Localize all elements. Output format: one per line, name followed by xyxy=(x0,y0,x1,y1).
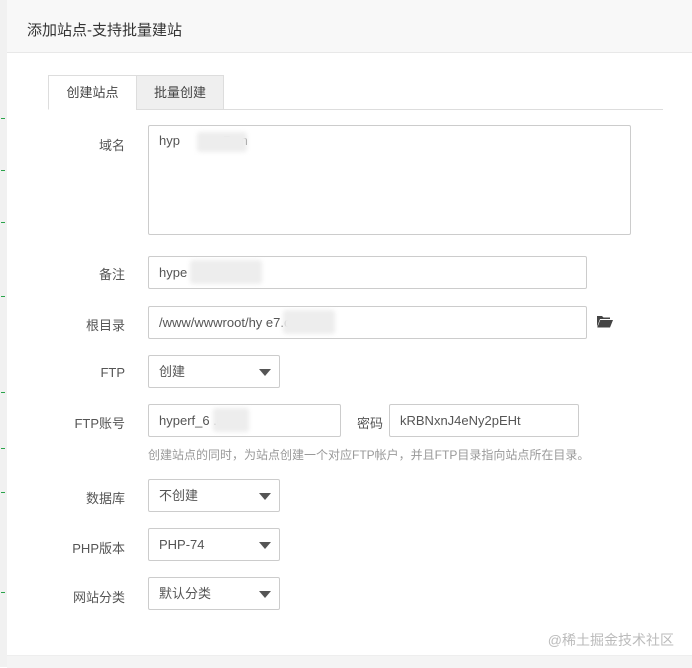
password-label: 密码 xyxy=(356,416,383,431)
root-dir-input[interactable]: /www/wwwroot/hy e7.cn xyxy=(148,306,587,339)
watermark: @稀土掘金技术社区 xyxy=(547,632,674,648)
ftp-select[interactable]: 创建 xyxy=(148,355,280,388)
edge-mark xyxy=(1,296,5,297)
ftp-label: FTP xyxy=(100,365,125,380)
domain-label: 域名 xyxy=(98,138,125,153)
edge-mark xyxy=(1,170,5,171)
add-site-dialog: 添加站点-支持批量建站 创建站点 批量创建 域名 hyp e7.cn 备注 hy… xyxy=(7,0,692,668)
ftp-password-value: kRBNxnJ4eNy2pEHt xyxy=(400,413,521,428)
folder-open-icon[interactable] xyxy=(597,315,613,328)
dialog-title: 添加站点-支持批量建站 xyxy=(27,22,182,39)
php-version-select[interactable]: PHP-74 xyxy=(148,528,280,561)
edge-mark xyxy=(1,392,5,393)
chevron-down-icon xyxy=(259,591,271,598)
ftp-account-label: FTP账号 xyxy=(74,416,125,431)
redaction-blur xyxy=(283,310,335,334)
ftp-hint-text: 创建站点的同时，为站点创建一个对应FTP帐户，并且FTP目录指向站点所在目录。 xyxy=(148,448,590,462)
php-version-selected-value: PHP-74 xyxy=(159,537,205,552)
database-select[interactable]: 不创建 xyxy=(148,479,280,512)
tab-create-site[interactable]: 创建站点 xyxy=(48,75,137,110)
edge-mark xyxy=(1,222,5,223)
ftp-selected-value: 创建 xyxy=(159,364,186,379)
edge-mark xyxy=(1,118,5,119)
remark-label: 备注 xyxy=(98,267,125,282)
category-select[interactable]: 默认分类 xyxy=(148,577,280,610)
edge-mark xyxy=(1,592,5,593)
dialog-footer xyxy=(7,655,692,668)
tab-bar: 创建站点 批量创建 xyxy=(48,75,663,110)
chevron-down-icon xyxy=(259,369,271,376)
chevron-down-icon xyxy=(259,493,271,500)
ftp-password-input[interactable]: kRBNxnJ4eNy2pEHt xyxy=(389,404,579,437)
redaction-blur xyxy=(197,132,247,152)
redaction-blur xyxy=(190,260,262,284)
root-dir-value: /www/wwwroot/hy e7.cn xyxy=(159,315,298,330)
database-selected-value: 不创建 xyxy=(159,488,199,503)
remark-value: hype xyxy=(159,265,188,280)
php-version-label: PHP版本 xyxy=(72,541,125,556)
chevron-down-icon xyxy=(259,542,271,549)
edge-mark xyxy=(1,492,5,493)
dialog-title-bar: 添加站点-支持批量建站 xyxy=(7,0,692,53)
category-selected-value: 默认分类 xyxy=(159,586,212,601)
root-dir-label: 根目录 xyxy=(85,318,125,333)
tab-batch-create[interactable]: 批量创建 xyxy=(136,75,224,110)
redaction-blur xyxy=(213,408,249,432)
category-label: 网站分类 xyxy=(72,590,125,605)
database-label: 数据库 xyxy=(85,491,125,506)
edge-mark xyxy=(1,448,5,449)
